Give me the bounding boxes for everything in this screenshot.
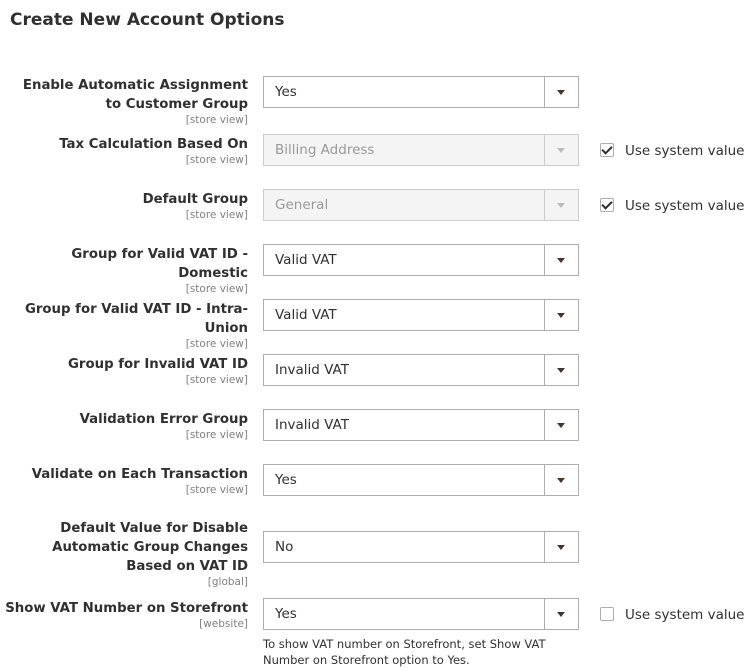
use-system-value-label: Use system value — [625, 607, 745, 623]
field-scope: [global] — [207, 576, 248, 588]
field-label-text: Group for Valid VAT ID - Domestic — [71, 247, 248, 281]
field-scope: [store view] — [185, 114, 248, 126]
chevron-down-icon[interactable] — [544, 532, 578, 562]
select-auto-assignment[interactable]: Yes — [263, 76, 579, 108]
chevron-down-icon[interactable] — [544, 355, 578, 385]
chevron-down-icon — [544, 135, 578, 165]
select-value: Yes — [275, 606, 297, 622]
field-label-text: Default Value for Disable Automatic Grou… — [52, 521, 248, 574]
field-scope: [store view] — [185, 209, 248, 221]
select-value: Invalid VAT — [275, 362, 349, 378]
field-label-validation-error-group: Validation Error Group [store view] — [3, 410, 248, 441]
select-disable-auto-group-change[interactable]: No — [263, 531, 579, 563]
field-scope: [store view] — [185, 283, 248, 295]
field-scope: [store view] — [185, 374, 248, 386]
select-validate-each-transaction[interactable]: Yes — [263, 464, 579, 496]
select-tax-calculation: Billing Address — [263, 134, 579, 166]
field-scope: [store view] — [185, 154, 248, 166]
select-value: Yes — [275, 472, 297, 488]
field-scope: [store view] — [185, 429, 248, 441]
select-invalid-vat[interactable]: Invalid VAT — [263, 354, 579, 386]
field-label-disable-auto-group-change: Default Value for Disable Automatic Grou… — [18, 519, 248, 588]
chevron-down-icon[interactable] — [544, 77, 578, 107]
select-validation-error-group[interactable]: Invalid VAT — [263, 409, 579, 441]
chevron-down-icon[interactable] — [544, 465, 578, 495]
use-system-value-label: Use system value — [625, 143, 745, 159]
field-note-show-vat-storefront: To show VAT number on Storefront, set Sh… — [263, 637, 546, 667]
field-label-text: Tax Calculation Based On — [59, 137, 248, 152]
field-label-invalid-vat: Group for Invalid VAT ID [store view] — [3, 355, 248, 386]
field-label-text: Group for Valid VAT ID - Intra-Union — [24, 302, 248, 336]
select-valid-vat-intra-union[interactable]: Valid VAT — [263, 299, 579, 331]
checkbox-checked-icon[interactable] — [600, 198, 614, 212]
field-label-default-group: Default Group [store view] — [3, 190, 248, 221]
field-label-validate-each-transaction: Validate on Each Transaction [store view… — [3, 465, 248, 496]
field-label-text: Group for Invalid VAT ID — [68, 357, 248, 372]
section-title: Create New Account Options — [10, 10, 285, 30]
select-show-vat-storefront[interactable]: Yes — [263, 598, 579, 630]
chevron-down-icon[interactable] — [544, 300, 578, 330]
chevron-down-icon[interactable] — [544, 599, 578, 629]
chevron-down-icon — [544, 190, 578, 220]
select-value: Valid VAT — [275, 252, 337, 268]
field-label-text: Default Group — [142, 192, 248, 207]
chevron-down-icon[interactable] — [544, 410, 578, 440]
field-scope: [store view] — [185, 484, 248, 496]
select-value: No — [275, 539, 294, 555]
field-label-text: Show VAT Number on Storefront — [5, 601, 248, 616]
select-value: Valid VAT — [275, 307, 337, 323]
chevron-down-icon[interactable] — [544, 245, 578, 275]
field-label-text: Enable Automatic Assignment to Customer … — [22, 78, 248, 112]
use-system-value-label: Use system value — [625, 198, 745, 214]
field-scope: [store view] — [185, 338, 248, 350]
field-label-show-vat-storefront: Show VAT Number on Storefront [website] — [3, 599, 248, 630]
field-label-auto-assignment: Enable Automatic Assignment to Customer … — [3, 76, 248, 126]
select-value: General — [275, 197, 329, 213]
field-label-text: Validation Error Group — [79, 412, 248, 427]
select-value: Invalid VAT — [275, 417, 349, 433]
select-default-group: General — [263, 189, 579, 221]
select-valid-vat-domestic[interactable]: Valid VAT — [263, 244, 579, 276]
field-label-tax-calculation: Tax Calculation Based On [store view] — [3, 135, 248, 166]
field-label-valid-vat-domestic: Group for Valid VAT ID - Domestic [store… — [3, 245, 248, 295]
field-scope: [website] — [199, 618, 248, 630]
checkbox-unchecked-icon[interactable] — [600, 607, 614, 621]
select-value: Yes — [275, 84, 297, 100]
field-label-text: Validate on Each Transaction — [31, 467, 248, 482]
select-value: Billing Address — [275, 142, 375, 158]
field-label-valid-vat-intra-union: Group for Valid VAT ID - Intra-Union [st… — [0, 300, 248, 350]
checkbox-checked-icon[interactable] — [600, 143, 614, 157]
